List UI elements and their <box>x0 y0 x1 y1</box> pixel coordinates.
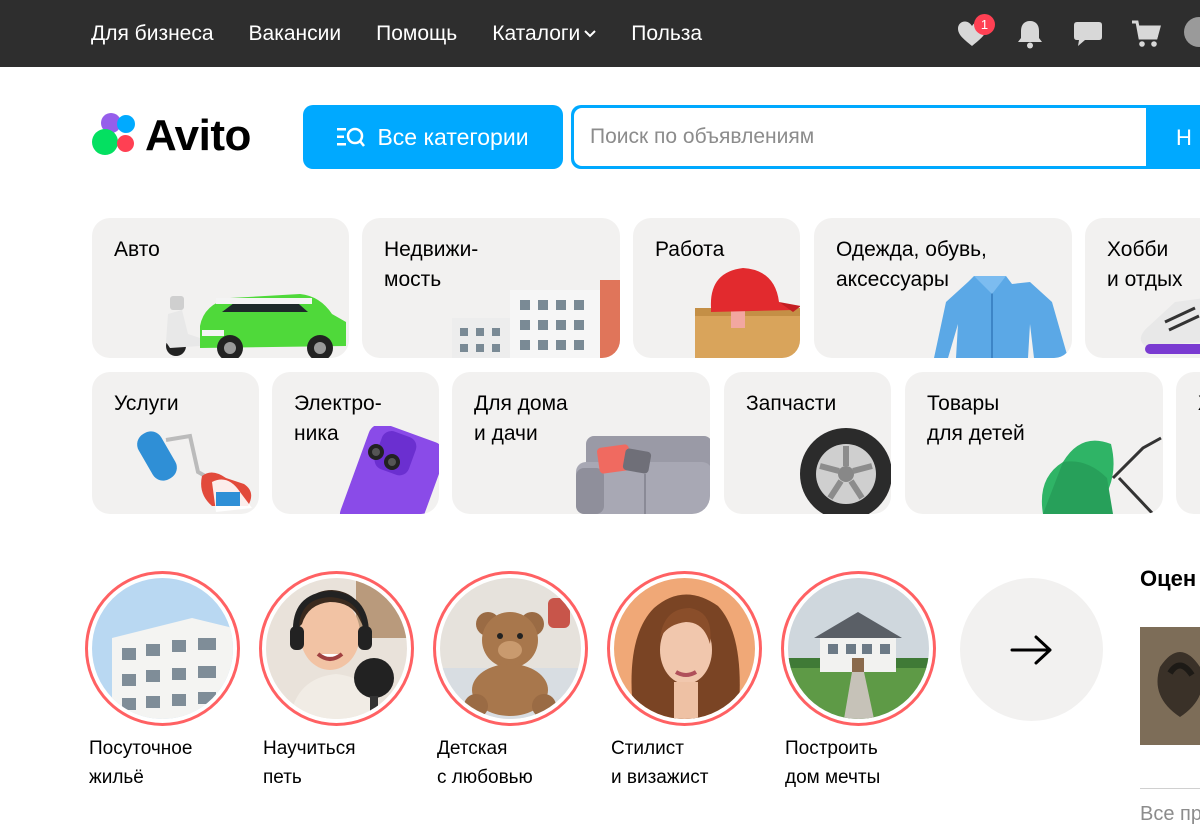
all-categories-button[interactable]: Все категории <box>303 105 563 169</box>
category-card-parts[interactable]: Запчасти <box>724 372 891 514</box>
stroller-image <box>1041 436 1162 514</box>
cap-box-image <box>695 268 800 358</box>
story-dream-house[interactable]: Построить дом мечты <box>781 571 936 788</box>
story-image <box>440 578 581 719</box>
messages-button[interactable] <box>1071 17 1105 51</box>
category-card-auto[interactable]: Авто <box>92 218 349 358</box>
nav-link-catalogs-label: Каталоги <box>492 21 581 45</box>
story-caption: Детская с любовью <box>437 738 533 788</box>
category-card-realty[interactable]: Недвижи- мость <box>362 218 620 358</box>
sofa-image <box>576 436 710 514</box>
top-nav: Для бизнеса Вакансии Помощь Каталоги Пол… <box>91 0 737 67</box>
tire-image <box>800 428 891 514</box>
singer-photo <box>266 578 407 719</box>
logo-dots-icon <box>91 111 141 161</box>
story-image <box>266 578 407 719</box>
category-label: Для дома и дачи <box>474 392 568 445</box>
top-icons: 1 <box>955 0 1187 67</box>
notifications-button[interactable] <box>1013 17 1047 51</box>
arrow-right-icon <box>1010 635 1051 664</box>
search-input[interactable] <box>574 108 1146 166</box>
stories-next-button[interactable] <box>960 578 1103 721</box>
story-ring <box>259 571 414 726</box>
jacket-image <box>934 276 1068 358</box>
category-label: Авто <box>114 238 160 261</box>
side-panel-divider <box>1140 788 1200 789</box>
story-ring <box>781 571 936 726</box>
woman-portrait-photo <box>614 578 755 719</box>
car-scooter-image <box>166 294 346 358</box>
cart-button[interactable] <box>1129 17 1163 51</box>
category-card-services[interactable]: Услуги <box>92 372 259 514</box>
skate-image <box>1140 298 1200 354</box>
story-caption: Посуточное жильё <box>89 738 193 788</box>
category-card-home[interactable]: Для дома и дачи <box>452 372 710 514</box>
category-card-kids[interactable]: Товары для детей <box>905 372 1163 514</box>
story-singing[interactable]: Научиться петь <box>259 571 414 788</box>
story-ring <box>607 571 762 726</box>
categories-search-icon <box>337 127 366 147</box>
bell-icon <box>1018 20 1042 48</box>
avito-logo[interactable]: Avito <box>91 110 251 162</box>
search-button[interactable]: Н <box>1176 125 1192 151</box>
story-image <box>92 578 233 719</box>
category-label: Товары для детей <box>927 392 1025 445</box>
side-panel-image[interactable] <box>1140 627 1200 745</box>
story-caption: Построить дом мечты <box>785 738 881 788</box>
all-categories-label: Все категории <box>377 123 529 150</box>
story-image <box>788 578 929 719</box>
nav-link-catalogs[interactable]: Каталоги <box>492 21 597 46</box>
story-ring <box>85 571 240 726</box>
category-card-jobs[interactable]: Работа <box>633 218 800 358</box>
buildings-image <box>452 280 620 358</box>
product-photo <box>1140 627 1200 745</box>
favorites-badge: 1 <box>974 13 995 35</box>
category-card-hobby[interactable]: Хобби и отдых <box>1085 218 1200 358</box>
story-ring <box>433 571 588 726</box>
logo-text: Avito <box>145 111 251 160</box>
cart-icon <box>1132 20 1161 47</box>
paint-roller-image <box>137 431 252 512</box>
favorites-button[interactable]: 1 <box>955 13 995 51</box>
category-label: Запчасти <box>746 392 837 415</box>
category-label: Хобби и отдых <box>1107 238 1183 291</box>
story-stylist[interactable]: Стилист и визажист <box>607 571 762 788</box>
search-bar: Н <box>571 105 1200 169</box>
chevron-down-icon <box>584 29 597 37</box>
story-rental[interactable]: Посуточное жильё <box>85 571 240 788</box>
story-caption: Научиться петь <box>263 738 356 788</box>
nav-link-benefit[interactable]: Польза <box>631 22 702 46</box>
nav-link-vacancies[interactable]: Вакансии <box>249 22 342 46</box>
category-card-animals[interactable]: Ж <box>1176 372 1200 514</box>
side-panel-title: Оцен <box>1140 566 1197 591</box>
teddy-bear-photo <box>440 578 581 719</box>
category-label: Услуги <box>114 392 179 415</box>
house-photo <box>788 578 929 719</box>
side-panel-all-link[interactable]: Все пр <box>1140 803 1200 826</box>
category-card-clothes[interactable]: Одежда, обувь, аксессуары <box>814 218 1072 358</box>
category-card-electronics[interactable]: Электро- ника <box>272 372 439 514</box>
chat-icon <box>1074 21 1102 46</box>
building-photo <box>92 578 233 719</box>
story-kids-room[interactable]: Детская с любовью <box>433 571 588 788</box>
story-caption: Стилист и визажист <box>611 738 709 788</box>
top-bar: Для бизнеса Вакансии Помощь Каталоги Пол… <box>0 0 1200 67</box>
phone-image <box>339 426 439 514</box>
story-image <box>614 578 755 719</box>
nav-link-business[interactable]: Для бизнеса <box>91 22 214 46</box>
nav-link-help[interactable]: Помощь <box>376 22 457 46</box>
category-label: Работа <box>655 238 725 261</box>
